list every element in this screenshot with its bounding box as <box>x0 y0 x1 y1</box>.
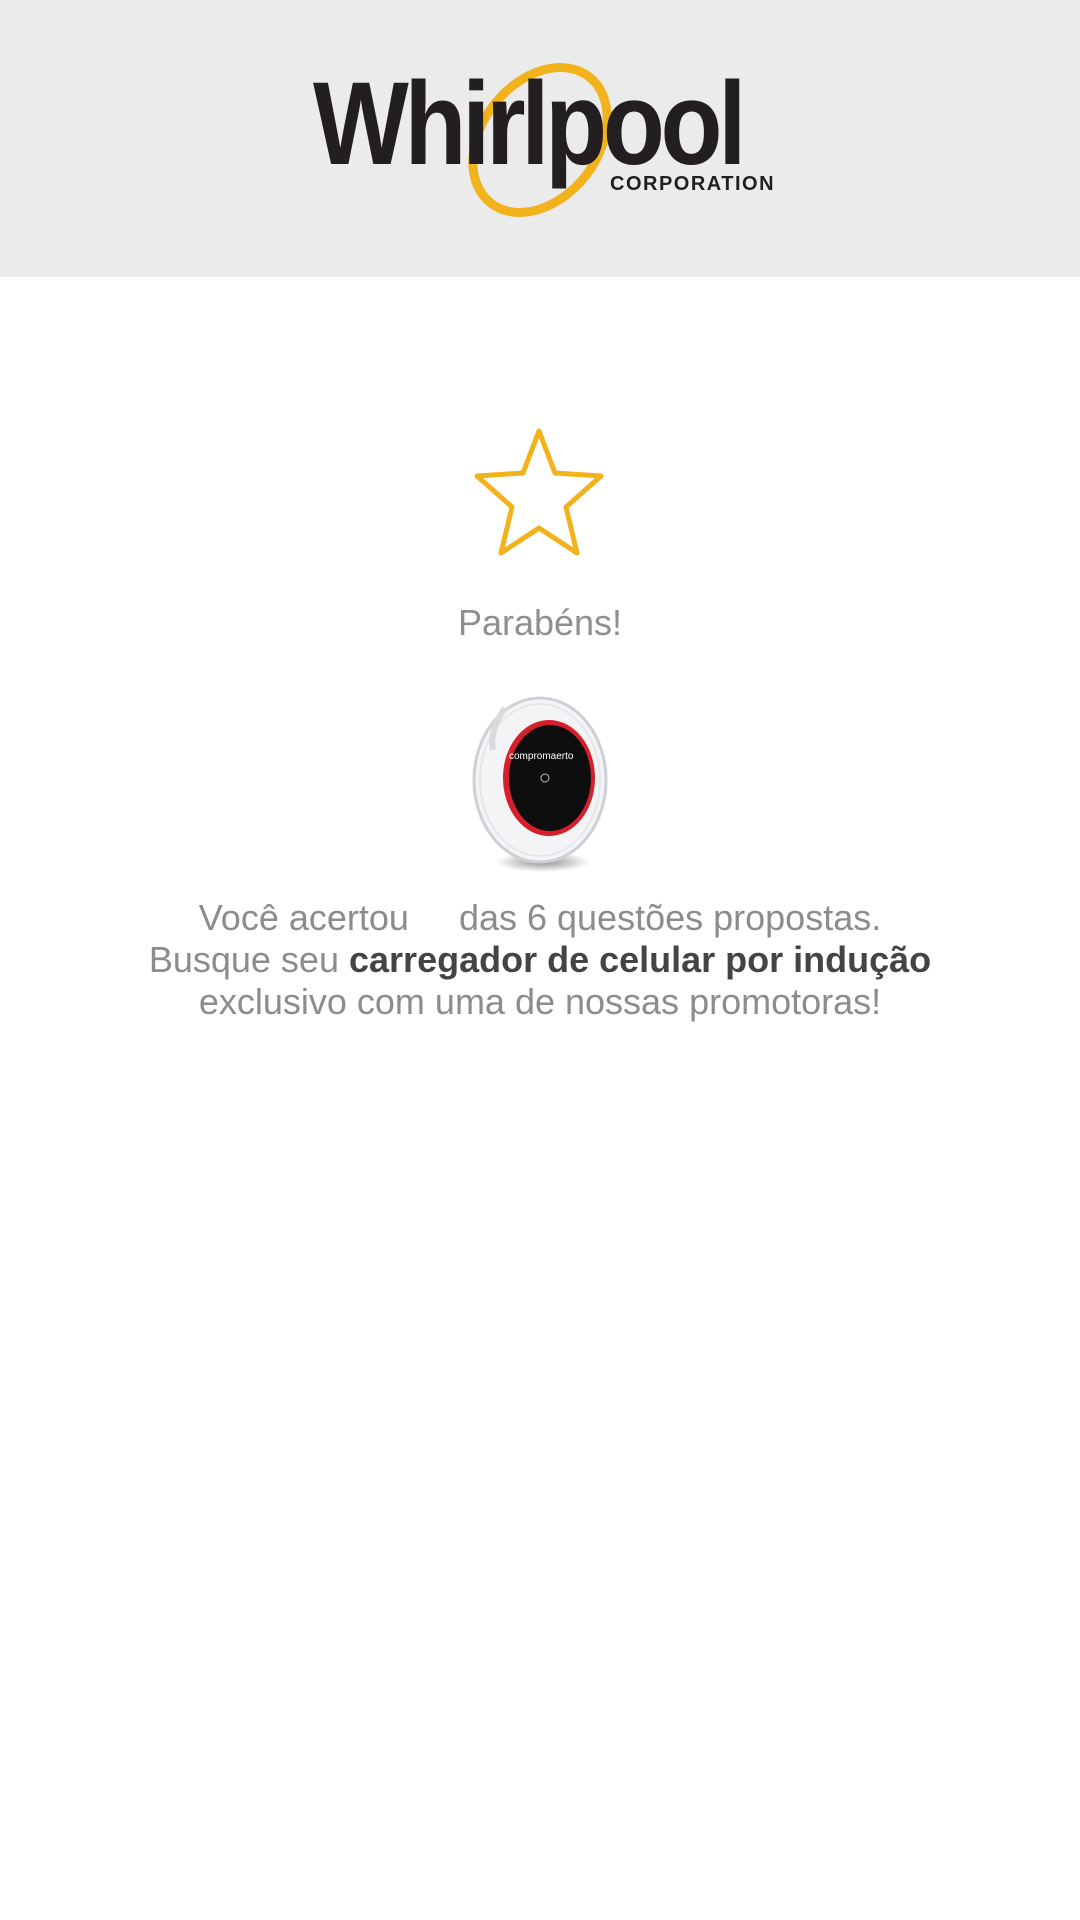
header-bar: Whirlpool CORPORATION <box>0 0 1080 277</box>
message-line1-before: Você acertou <box>198 897 409 938</box>
message-line1-after: das 6 questões propostas. <box>458 897 882 938</box>
wireless-charger-image: compromaerto <box>472 696 608 872</box>
message-line-2: Busque seu carregador de celular por ind… <box>0 939 1080 981</box>
logo-tagline: CORPORATION <box>610 173 776 195</box>
prize-name: carregador de celular por indução <box>349 939 932 980</box>
message-line-1: Você acertou das 6 questões propostas. <box>0 897 1080 939</box>
logo-wordmark: Whirlpool <box>313 58 746 190</box>
star-icon <box>474 428 604 556</box>
message-line-3: exclusivo com uma de nossas promotoras! <box>198 981 882 1022</box>
message-line2-before: Busque seu <box>148 939 339 980</box>
charger-brand-text: compromaerto <box>509 751 574 762</box>
whirlpool-logo: Whirlpool CORPORATION <box>305 55 775 225</box>
page-title: Parabéns! <box>457 602 623 643</box>
result-message: Você acertou das 6 questões propostas. B… <box>0 897 1080 1023</box>
